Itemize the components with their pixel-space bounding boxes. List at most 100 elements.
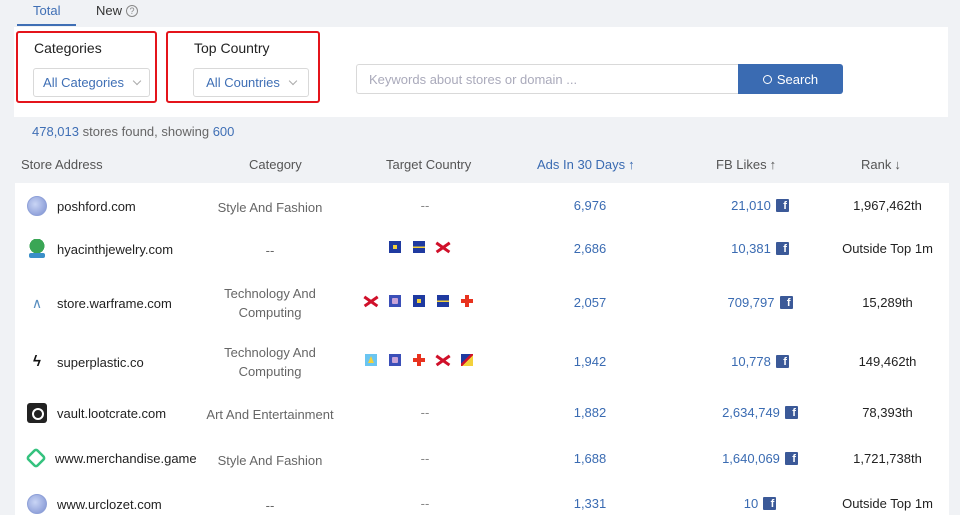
fb-likes-count: 10,778 <box>731 354 771 369</box>
facebook-icon[interactable]: f <box>775 199 789 212</box>
store-domain[interactable]: poshford.com <box>57 199 136 214</box>
fb-likes-count: 10 <box>743 496 759 511</box>
country-placeholder: -- <box>420 198 430 213</box>
category-cell: Technology And Computing <box>224 345 316 379</box>
globe-icon <box>27 494 47 514</box>
fb-likes-cell: 2,634,749 f <box>695 405 825 420</box>
category-cell: -- <box>265 498 275 513</box>
store-domain[interactable]: vault.lootcrate.com <box>57 406 166 421</box>
rank-value: 78,393th <box>862 405 913 420</box>
category-cell: Technology And Computing <box>224 286 316 320</box>
facebook-icon[interactable]: f <box>775 355 789 368</box>
top-country-select[interactable]: All Countries <box>193 68 309 97</box>
ads-count: 1,942 <box>573 354 607 369</box>
categories-label: Categories <box>34 40 102 56</box>
country-placeholder: -- <box>420 451 430 466</box>
results-text: stores found, showing <box>79 124 213 139</box>
categories-filter: Categories All Categories <box>16 31 157 103</box>
store-table: poshford.com Style And Fashion -- 6,976 … <box>15 183 949 515</box>
fb-likes-cell: 10,778 f <box>695 354 825 369</box>
fb-likes-count: 2,634,749 <box>722 405 780 420</box>
store-cell[interactable]: poshford.com <box>27 196 136 216</box>
fb-likes-cell: 21,010 f <box>695 198 825 213</box>
column-store-address[interactable]: Store Address <box>21 157 103 172</box>
table-row[interactable]: vault.lootcrate.com Art And Entertainmen… <box>15 393 949 433</box>
chevron-down-icon <box>132 76 142 86</box>
likes-header-label: FB Likes <box>716 157 767 172</box>
store-cell[interactable]: ϟ superplastic.co <box>27 352 144 372</box>
rank-header-label: Rank <box>861 157 892 172</box>
fb-likes-cell: 10 f <box>695 496 825 511</box>
target-country-cell: -- <box>345 496 505 511</box>
rank-value: 15,289th <box>862 295 913 310</box>
store-domain[interactable]: www.merchandise.game <box>55 451 197 466</box>
search-button-label: Search <box>776 71 819 87</box>
fb-likes-count: 1,640,069 <box>722 451 780 466</box>
column-fb-likes[interactable]: FB Likes ↑ <box>716 157 776 172</box>
bolt-logo-icon: ϟ <box>33 353 41 370</box>
table-row[interactable]: hyacinthjewelry.com -- 2,686 10,381 f Ou… <box>15 229 949 269</box>
store-cell[interactable]: hyacinthjewelry.com <box>27 239 173 259</box>
category-cell: -- <box>265 243 275 258</box>
table-row[interactable]: ∧ store.warframe.com Technology And Comp… <box>15 278 949 328</box>
store-cell[interactable]: www.urclozet.com <box>27 494 162 514</box>
search-input[interactable] <box>356 64 738 94</box>
tab-total[interactable]: Total <box>33 3 60 18</box>
facebook-icon[interactable]: f <box>775 242 789 255</box>
ads-count: 6,976 <box>573 198 607 213</box>
category-cell: Art And Entertainment <box>206 407 334 422</box>
country-flag-icon <box>389 354 401 366</box>
table-row[interactable]: poshford.com Style And Fashion -- 6,976 … <box>15 188 949 224</box>
store-domain[interactable]: store.warframe.com <box>57 296 172 311</box>
country-flag-icon <box>389 241 401 253</box>
store-cell[interactable]: ∧ store.warframe.com <box>27 293 172 313</box>
ads-count: 1,882 <box>573 405 607 420</box>
column-ads-30-days[interactable]: Ads In 30 Days ↑ <box>537 157 635 172</box>
fb-likes-count: 10,381 <box>731 241 771 256</box>
country-flag-icon <box>437 354 449 366</box>
facebook-icon[interactable]: f <box>779 296 793 309</box>
help-icon[interactable]: ? <box>126 4 139 17</box>
store-domain[interactable]: hyacinthjewelry.com <box>57 242 173 257</box>
store-cell[interactable]: www.merchandise.game <box>25 447 197 469</box>
fb-likes-cell: 10,381 f <box>695 241 825 256</box>
rank-value: 149,462th <box>858 354 917 369</box>
target-country-cell: -- <box>345 198 505 213</box>
table-row[interactable]: www.merchandise.game Style And Fashion -… <box>15 439 949 479</box>
table-row[interactable]: www.urclozet.com -- -- 1,331 10 f Outsid… <box>15 486 949 515</box>
ads-count: 2,686 <box>573 241 607 256</box>
top-country-select-value: All Countries <box>206 75 280 90</box>
column-target-country[interactable]: Target Country <box>386 157 471 172</box>
search-icon <box>762 74 772 84</box>
table-row[interactable]: ϟ superplastic.co Technology And Computi… <box>15 337 949 387</box>
store-domain[interactable]: superplastic.co <box>57 355 144 370</box>
vault-logo-icon <box>27 403 47 423</box>
store-domain[interactable]: www.urclozet.com <box>57 497 162 512</box>
tree-logo-icon <box>27 239 47 259</box>
fb-likes-cell: 1,640,069 f <box>695 451 825 466</box>
filter-panel: Categories All Categories Top Country Al… <box>14 27 948 117</box>
facebook-icon[interactable]: f <box>784 452 798 465</box>
top-country-label: Top Country <box>194 40 270 56</box>
results-showing: 600 <box>212 124 235 139</box>
tab-new[interactable]: New ? <box>96 3 139 18</box>
target-country-cell <box>345 241 505 253</box>
rank-value: Outside Top 1m <box>842 241 933 256</box>
search-button[interactable]: Search <box>738 64 843 94</box>
category-cell: Style And Fashion <box>217 200 323 215</box>
target-country-cell: -- <box>345 451 505 466</box>
facebook-icon[interactable]: f <box>784 406 798 419</box>
country-placeholder: -- <box>420 405 430 420</box>
country-flag-icon <box>413 295 425 307</box>
fb-likes-count: 21,010 <box>731 198 771 213</box>
sort-arrow-icon: ↑ <box>769 157 777 172</box>
store-cell[interactable]: vault.lootcrate.com <box>27 403 166 423</box>
categories-select[interactable]: All Categories <box>33 68 150 97</box>
facebook-icon[interactable]: f <box>763 497 777 510</box>
sort-arrow-icon: ↑ <box>628 157 635 172</box>
target-country-cell <box>345 354 505 366</box>
results-summary: 478,013 stores found, showing 600 <box>32 124 234 139</box>
column-rank[interactable]: Rank ↓ <box>861 157 901 172</box>
column-category[interactable]: Category <box>249 157 302 172</box>
chevron-down-icon <box>288 76 298 86</box>
